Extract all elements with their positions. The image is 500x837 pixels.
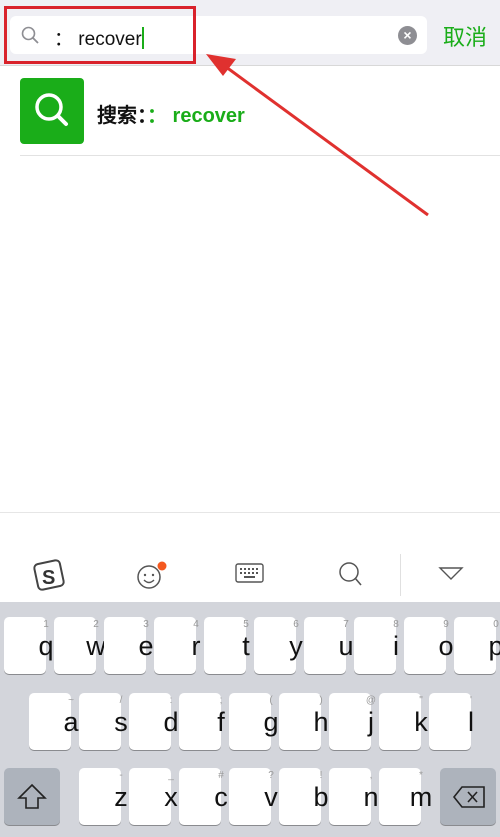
search-icon[interactable] bbox=[337, 560, 365, 590]
cancel-button[interactable]: 取消 bbox=[443, 20, 487, 52]
clear-icon[interactable]: × bbox=[398, 26, 417, 45]
key-label: p bbox=[488, 631, 500, 661]
key-a[interactable]: ~ a bbox=[29, 693, 79, 750]
key-d[interactable]: :d bbox=[129, 693, 179, 750]
key-e[interactable]: 3e bbox=[104, 617, 154, 674]
keyboard: 1 q 2 w 3 e 4 r 5 t 6 y 7 u 8 i 9 o 0 p ~ a / s: d; f(g) h @ j " k ' l - z… bbox=[0, 602, 500, 837]
key-y[interactable]: 6y bbox=[254, 617, 303, 674]
key-r[interactable]: 4r bbox=[154, 617, 201, 674]
key-j[interactable]: @ j bbox=[329, 693, 376, 750]
key-w[interactable]: 2w bbox=[54, 617, 106, 674]
key-q[interactable]: 1q bbox=[4, 617, 54, 674]
emoji-icon[interactable] bbox=[135, 560, 167, 592]
key-secondary-label: 0 bbox=[493, 619, 499, 630]
key-label: m bbox=[409, 782, 433, 812]
key-b[interactable]: ! b bbox=[279, 768, 329, 825]
search-suggestion-row[interactable]: 搜索：： recover bbox=[20, 78, 500, 156]
key-u[interactable]: 7u bbox=[304, 617, 354, 674]
backspace-key[interactable] bbox=[440, 768, 496, 825]
key-g[interactable]: (g bbox=[229, 693, 279, 750]
key-l[interactable]: ' l bbox=[429, 693, 474, 750]
key-secondary-label: ' bbox=[470, 695, 472, 706]
key-k[interactable]: " k bbox=[379, 693, 428, 750]
key-label: l bbox=[468, 707, 474, 737]
shift-key[interactable] bbox=[4, 768, 60, 825]
sogou-logo-icon[interactable]: S bbox=[32, 558, 68, 594]
svg-text:S: S bbox=[42, 567, 55, 589]
shift-arrow-icon bbox=[17, 783, 47, 809]
collapse-triangle-icon[interactable] bbox=[438, 566, 464, 582]
key-x[interactable]: _ x bbox=[129, 768, 178, 825]
keyboard-icon[interactable] bbox=[235, 562, 265, 586]
key-c[interactable]: # c bbox=[179, 768, 228, 825]
search-result-icon bbox=[20, 78, 84, 144]
key-p[interactable]: 0p bbox=[454, 617, 500, 674]
toolbar-separator bbox=[400, 554, 401, 596]
key-o[interactable]: 9o bbox=[404, 617, 454, 674]
key-secondary-label: * bbox=[419, 770, 423, 781]
key-f[interactable]: ; f bbox=[179, 693, 225, 750]
key-z[interactable]: -z bbox=[79, 768, 128, 825]
keyboard-toolbar: S bbox=[0, 548, 500, 602]
key-m[interactable]: * m bbox=[379, 768, 432, 825]
key-v[interactable]: ? v bbox=[229, 768, 278, 825]
backspace-icon bbox=[452, 786, 485, 808]
key-n[interactable]: ,n bbox=[329, 768, 379, 825]
notification-badge bbox=[157, 561, 167, 571]
divider bbox=[0, 512, 500, 513]
key-s[interactable]: / s bbox=[79, 693, 128, 750]
key-i[interactable]: 8i bbox=[354, 617, 399, 674]
key-t[interactable]: 5t bbox=[204, 617, 250, 674]
search-suggestion-text: 搜索：： recover bbox=[97, 105, 245, 127]
key-h[interactable]: ) h bbox=[279, 693, 329, 750]
annotation-highlight-box bbox=[4, 6, 196, 64]
